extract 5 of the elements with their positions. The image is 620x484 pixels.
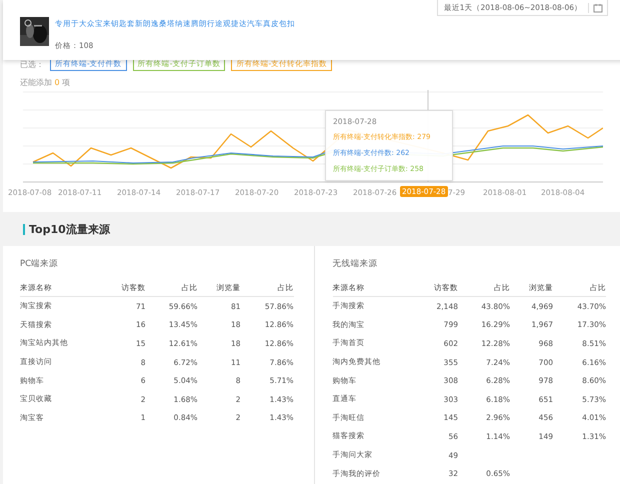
panel-title: 无线端来源 — [332, 258, 378, 270]
add-hint: 还能添加 0 项 — [20, 77, 72, 88]
panel-title: PC端来源 — [20, 258, 60, 270]
section-title: Top10流量来源 — [29, 222, 110, 236]
selected-label: 已选： — [20, 58, 44, 70]
